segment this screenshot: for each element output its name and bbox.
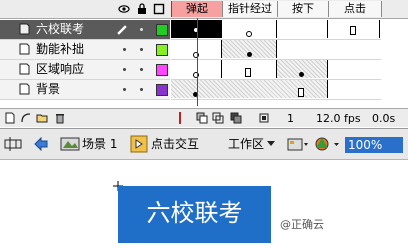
onion-skin-icon[interactable] <box>196 112 208 124</box>
breadcrumb-scene[interactable]: 场景 1 <box>82 135 117 153</box>
frame-cell[interactable] <box>277 40 328 58</box>
chevron-down-icon[interactable] <box>267 141 275 147</box>
frame-row[interactable] <box>171 60 381 80</box>
layer-row[interactable]: 区域响应 <box>0 60 170 80</box>
layer-color-swatch[interactable] <box>156 84 168 96</box>
center-frame-icon[interactable] <box>176 112 184 124</box>
onion-markers-icon[interactable] <box>258 112 270 124</box>
frame-cell[interactable] <box>328 20 380 38</box>
lock-icon[interactable] <box>136 3 148 15</box>
keyframe-end[interactable] <box>350 26 356 35</box>
keyframe-end[interactable] <box>298 88 304 97</box>
frame-row[interactable] <box>171 80 381 100</box>
keyframe[interactable] <box>299 72 304 77</box>
layer-row[interactable]: 背景 <box>0 80 170 100</box>
keyframe[interactable] <box>193 27 199 33</box>
new-layer-icon[interactable] <box>4 112 16 124</box>
frame-cell[interactable] <box>222 60 277 78</box>
add-guide-icon[interactable] <box>20 112 32 124</box>
timeline-footer: 1 12.0 fps 0.0s <box>0 108 408 127</box>
layer-page-icon <box>19 83 30 95</box>
keyframe-end[interactable] <box>245 68 251 77</box>
lock-toggle[interactable] <box>140 48 143 51</box>
frame-rate[interactable]: 12.0 fps <box>316 112 361 125</box>
breadcrumb-symbol[interactable]: 点击交互 <box>151 135 199 153</box>
layer-color-swatch[interactable] <box>156 44 168 56</box>
layer-name: 六校联考 <box>36 22 85 36</box>
timeline-toggle-icon[interactable] <box>4 136 22 152</box>
frame-cell[interactable] <box>222 20 277 38</box>
pencil-icon <box>117 25 127 35</box>
lock-toggle[interactable] <box>140 88 143 91</box>
visibility-toggle[interactable] <box>123 48 126 51</box>
layer-color-swatch[interactable] <box>156 24 168 36</box>
layer-page-icon <box>19 43 30 55</box>
layer-color-swatch[interactable] <box>156 64 168 76</box>
visibility-toggle[interactable] <box>123 68 126 71</box>
layer-page-icon <box>19 63 30 75</box>
keyframe[interactable] <box>193 52 199 58</box>
frame-label-up[interactable]: 弹起 <box>171 1 223 17</box>
new-folder-icon[interactable] <box>36 112 48 124</box>
elapsed-time: 0.0s <box>372 112 396 125</box>
edit-symbols-icon[interactable] <box>314 135 340 153</box>
layer-name: 区域响应 <box>36 62 85 76</box>
edit-scene-icon[interactable] <box>287 136 309 152</box>
eye-icon[interactable] <box>118 3 130 15</box>
layer-row[interactable]: 勤能补拙 <box>0 40 170 60</box>
frame-label-down[interactable]: 按下 <box>277 1 329 17</box>
keyframe[interactable] <box>246 31 252 37</box>
watermark: @正确云 <box>280 218 324 231</box>
keyframe[interactable] <box>193 72 199 78</box>
workspace-dropdown[interactable]: 工作区 <box>228 135 264 153</box>
layer-name: 勤能补拙 <box>36 42 85 56</box>
onion-outline-icon[interactable] <box>212 112 224 124</box>
frame-row[interactable] <box>171 20 381 40</box>
stage-button-label: 六校联考 <box>146 199 243 227</box>
current-frame: 1 <box>287 112 294 125</box>
back-arrow-icon[interactable] <box>33 137 49 151</box>
zoom-value: 100% <box>348 138 383 152</box>
frame-label-over[interactable]: 指针经过 <box>222 1 278 17</box>
visibility-toggle[interactable] <box>123 88 126 91</box>
layer-page-icon <box>19 23 30 35</box>
layer-name: 背景 <box>36 82 61 96</box>
playhead[interactable] <box>197 18 198 106</box>
zoom-field[interactable]: 100% <box>345 137 403 153</box>
lock-toggle[interactable] <box>140 28 143 31</box>
frame-cell[interactable] <box>277 20 328 38</box>
scene-icon <box>60 137 80 151</box>
outline-icon[interactable] <box>153 3 165 15</box>
lock-toggle[interactable] <box>140 68 143 71</box>
keyframe[interactable] <box>247 52 252 57</box>
button-symbol-icon <box>130 135 148 153</box>
edit-multiple-frames-icon[interactable] <box>230 112 242 124</box>
frame-cell[interactable] <box>277 60 328 78</box>
layer-row[interactable]: 六校联考 <box>0 20 170 40</box>
edit-bar: 场景 1 点击交互 工作区 100% <box>0 128 408 160</box>
frame-row[interactable] <box>171 40 381 60</box>
frame-label-hit[interactable]: 点击 <box>328 1 382 17</box>
frame-cell[interactable] <box>222 40 277 58</box>
timeline-header: 弹起 指针经过 按下 点击 <box>0 0 408 19</box>
frame-cell[interactable] <box>171 80 328 98</box>
trash-icon[interactable] <box>54 112 66 124</box>
